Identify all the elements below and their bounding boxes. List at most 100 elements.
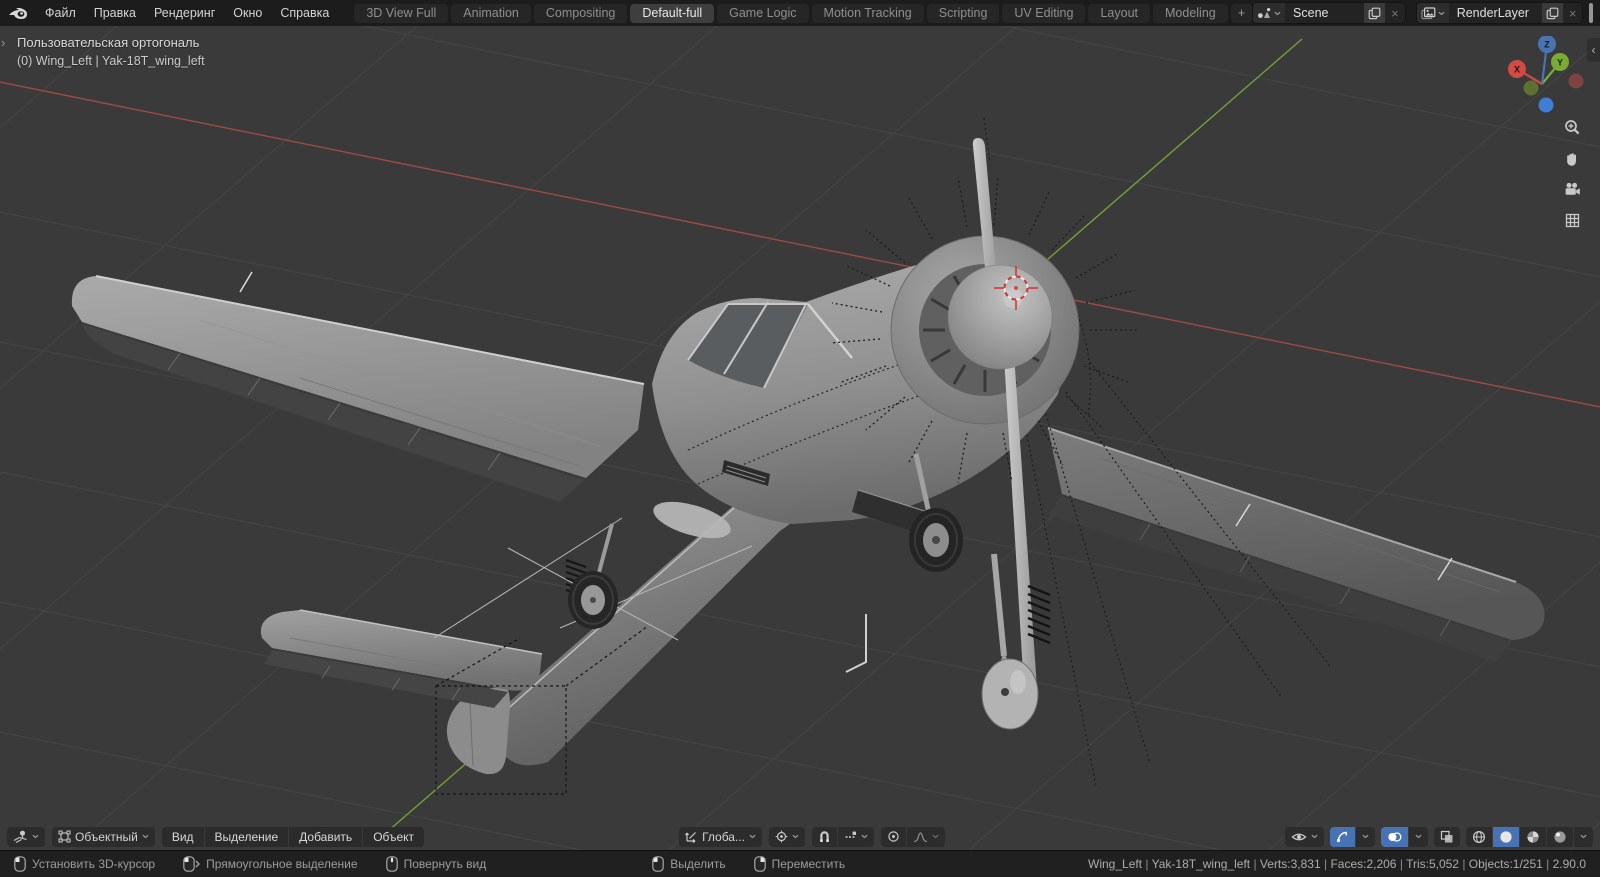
gizmo-negative-x-ball[interactable]: [1569, 74, 1584, 89]
airplane-model[interactable]: [72, 118, 1545, 794]
stat-mesh-name: Yak-18T_wing_left: [1142, 857, 1250, 871]
sidebar-collapse-tab[interactable]: ‹: [1587, 38, 1600, 62]
wireframe-shading-icon: [1472, 830, 1486, 844]
tab-default-full[interactable]: Default-full: [630, 4, 714, 23]
mouse-middle-icon: [386, 856, 398, 872]
menu-render[interactable]: Рендеринг: [145, 0, 224, 26]
statusbar: Установить 3D-курсор Прямоугольное выдел…: [0, 850, 1600, 877]
editor-type-button[interactable]: [7, 827, 45, 847]
navigation-gizmo[interactable]: X Y Z: [1502, 36, 1586, 120]
show-gizmos-toggle[interactable]: [1330, 827, 1355, 847]
tab-compositing[interactable]: Compositing: [534, 4, 627, 23]
topbar-edge-handle[interactable]: [1589, 3, 1593, 23]
gizmos-dropdown[interactable]: [1356, 827, 1375, 847]
view-name-label: Пользовательская ортогональ: [17, 33, 205, 52]
gizmo-z-label: Z: [1544, 40, 1550, 50]
chevron-down-icon: [932, 834, 939, 839]
menu-edit[interactable]: Правка: [85, 0, 145, 26]
remove-render-layer-button[interactable]: ×: [1563, 6, 1583, 21]
tab-3d-view-full[interactable]: 3D View Full: [354, 4, 448, 23]
viewport-tool-buttons: [1556, 112, 1588, 236]
mode-selector[interactable]: Объектный: [52, 827, 155, 847]
hint-label: Переместить: [772, 857, 846, 871]
mouse-left-icon: [14, 856, 26, 872]
hint-label: Прямоугольное выделение: [206, 857, 358, 871]
render-layer-icon: [1421, 7, 1436, 20]
gizmos-toggle-icon: [1336, 830, 1349, 843]
blender-logo-icon[interactable]: [8, 6, 28, 21]
scene-browse-button[interactable]: [1253, 3, 1285, 23]
3d-viewport[interactable]: Пользовательская ортогональ (0) Wing_Lef…: [0, 26, 1600, 850]
tab-animation[interactable]: Animation: [451, 4, 531, 23]
camera-view-icon[interactable]: [1556, 174, 1588, 205]
tab-scripting[interactable]: Scripting: [927, 4, 1000, 23]
tab-motion-tracking[interactable]: Motion Tracking: [812, 4, 924, 23]
xray-toggle[interactable]: [1434, 827, 1460, 847]
tab-game-logic[interactable]: Game Logic: [717, 4, 808, 23]
object-mode-icon: [58, 830, 71, 843]
menu-object[interactable]: Объект: [363, 827, 424, 847]
show-overlays-toggle[interactable]: [1381, 827, 1408, 847]
stat-object-name: Wing_Left: [1088, 857, 1142, 871]
viewport-header: Объектный Вид Выделение Добавить Объект …: [0, 826, 1600, 847]
grid-view-icon[interactable]: [1556, 205, 1588, 236]
viewport-scene[interactable]: [0, 26, 1600, 850]
zoom-icon[interactable]: [1556, 112, 1588, 143]
mouse-left-drag-icon: [183, 856, 200, 872]
chevron-down-icon: [1415, 834, 1422, 839]
toolbar-expand-arrow[interactable]: ›: [1, 35, 5, 50]
menu-file[interactable]: Файл: [36, 0, 85, 26]
gizmo-x-label: X: [1514, 65, 1520, 75]
menu-select[interactable]: Выделение: [205, 827, 289, 847]
pivot-point-selector[interactable]: [769, 827, 805, 847]
scene-name: Scene: [1285, 6, 1364, 20]
new-scene-button[interactable]: [1364, 3, 1385, 23]
transform-orientation-selector[interactable]: Глоба...: [679, 827, 762, 847]
magnet-icon: [818, 830, 831, 843]
rendered-shading-icon: [1553, 830, 1567, 844]
workspace-tabs: 3D View Full Animation Compositing Defau…: [354, 4, 1252, 23]
menu-add[interactable]: Добавить: [289, 827, 362, 847]
render-layer-browse-button[interactable]: [1417, 3, 1449, 23]
snap-toggle[interactable]: [812, 827, 837, 847]
shading-mode-buttons: [1466, 827, 1593, 847]
render-layer-selector[interactable]: RenderLayer ×: [1416, 2, 1584, 24]
duplicate-icon: [1546, 7, 1559, 20]
chevron-down-icon: [1438, 11, 1445, 16]
viewport-overlay-text: Пользовательская ортогональ (0) Wing_Lef…: [17, 33, 205, 71]
overlays-dropdown[interactable]: [1409, 827, 1428, 847]
chevron-down-icon: [32, 834, 39, 839]
duplicate-icon: [1368, 7, 1381, 20]
eye-icon: [1291, 831, 1307, 843]
topbar-menus: Файл Правка Рендеринг Окно Справка: [36, 0, 338, 26]
new-render-layer-button[interactable]: [1542, 3, 1563, 23]
snap-target-selector[interactable]: [838, 827, 874, 847]
shading-dropdown[interactable]: [1574, 827, 1593, 847]
scene-selector[interactable]: Scene ×: [1252, 2, 1406, 24]
orientation-label: Глоба...: [702, 830, 745, 844]
proportional-falloff-selector[interactable]: [907, 827, 945, 847]
unlink-scene-button[interactable]: ×: [1385, 6, 1405, 21]
add-workspace-button[interactable]: +: [1231, 4, 1252, 23]
tab-modeling[interactable]: Modeling: [1153, 4, 1228, 23]
viewport-menus: Вид Выделение Добавить Объект: [162, 827, 424, 847]
proportional-editing-toggle[interactable]: [881, 827, 906, 847]
scene-statistics: Wing_LeftYak-18T_wing_leftVerts:3,831Fac…: [1088, 857, 1586, 871]
shading-rendered-button[interactable]: [1547, 827, 1573, 847]
scene-icon: [1257, 7, 1272, 19]
menu-window[interactable]: Окно: [224, 0, 271, 26]
shading-wireframe-button[interactable]: [1466, 827, 1492, 847]
mouse-left-icon: [652, 856, 664, 872]
active-object-label: (0) Wing_Left | Yak-18T_wing_left: [17, 52, 205, 71]
shading-solid-button[interactable]: [1493, 827, 1519, 847]
gizmo-negative-z-ball[interactable]: [1539, 98, 1554, 113]
menu-help[interactable]: Справка: [271, 0, 338, 26]
menu-view[interactable]: Вид: [162, 827, 204, 847]
tab-uv-editing[interactable]: UV Editing: [1002, 4, 1085, 23]
gizmo-negative-y-ball[interactable]: [1524, 81, 1539, 96]
tab-layout[interactable]: Layout: [1088, 4, 1150, 23]
pan-hand-icon[interactable]: [1556, 143, 1588, 174]
shading-material-button[interactable]: [1520, 827, 1546, 847]
object-visibility-selector[interactable]: [1285, 827, 1324, 847]
stat-version: 2.90.0: [1543, 857, 1586, 871]
